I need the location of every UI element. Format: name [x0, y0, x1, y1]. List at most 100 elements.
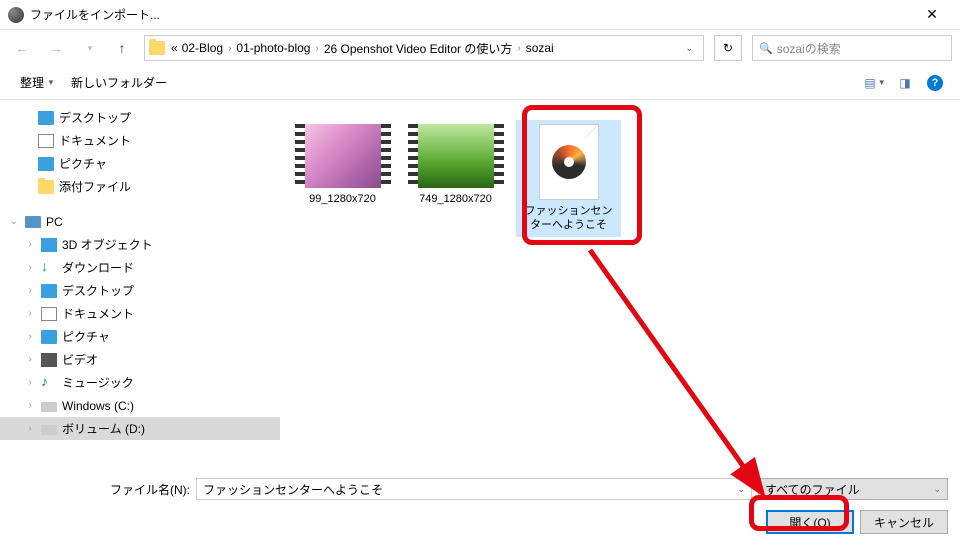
recent-dropdown[interactable]: ▾ [76, 34, 104, 62]
chevron-down-icon[interactable]: ⌄ [737, 484, 745, 495]
forward-button[interactable]: → [42, 34, 70, 62]
pics-icon [38, 157, 54, 171]
tree-item[interactable]: › Windows (C:) [0, 394, 280, 417]
filename-label: ファイル名(N): [20, 481, 190, 498]
address-dropdown[interactable]: ⌄ [679, 43, 699, 54]
breadcrumb[interactable]: 01-photo-blog [234, 41, 312, 55]
preview-pane-button[interactable]: ◨ [892, 72, 918, 94]
refresh-button[interactable]: ↻ [714, 35, 742, 61]
tree-item[interactable]: › ボリューム (D:) [0, 417, 280, 440]
expand-icon[interactable]: › [24, 423, 36, 434]
tree-label: ピクチャ [62, 328, 110, 345]
pc-icon [25, 216, 41, 228]
tree-item[interactable]: ピクチャ [0, 152, 280, 175]
tree-item[interactable]: ›ドキュメント [0, 302, 280, 325]
app-icon [8, 7, 24, 23]
tree-sidebar: デスクトップドキュメントピクチャ添付ファイル⌄PC›3D オブジェクト›ダウンロ… [0, 100, 280, 468]
chevron-right-icon: › [315, 43, 318, 54]
cancel-label: キャンセル [874, 514, 934, 531]
tree-item[interactable]: › ビデオ [0, 348, 280, 371]
file-label: 749_1280x720 [419, 192, 492, 206]
expand-icon[interactable]: › [24, 400, 36, 411]
preview-pane-icon: ◨ [899, 76, 910, 90]
close-button[interactable]: ✕ [912, 1, 952, 29]
crumb-prefix: « [169, 41, 180, 55]
tree-label: ミュージック [62, 374, 134, 391]
dialog-footer: ファイル名(N): ファッションセンターへようこそ ⌄ すべてのファイル ⌄ 開… [0, 468, 960, 544]
video-icon [41, 353, 57, 367]
search-input[interactable]: 🔍 sozaiの検索 [752, 35, 952, 61]
expand-icon[interactable]: › [24, 377, 36, 388]
organize-label: 整理 [20, 74, 44, 91]
content-area: デスクトップドキュメントピクチャ添付ファイル⌄PC›3D オブジェクト›ダウンロ… [0, 100, 960, 468]
new-folder-button[interactable]: 新しいフォルダー [63, 70, 175, 95]
tree-item[interactable]: › デスクトップ [0, 279, 280, 302]
expand-icon[interactable]: › [24, 308, 36, 319]
tree-label: ボリューム (D:) [62, 420, 145, 437]
back-button[interactable]: ← [8, 34, 36, 62]
obj3d-icon [41, 238, 57, 252]
expand-icon[interactable]: › [24, 239, 36, 250]
tree-label: PC [46, 215, 63, 229]
tree-label: デスクトップ [62, 282, 134, 299]
tree-item[interactable]: › ミュージック [0, 371, 280, 394]
folder-icon [149, 41, 165, 55]
tree-item[interactable]: 添付ファイル [0, 175, 280, 198]
expand-icon[interactable]: ⌄ [8, 216, 20, 227]
chevron-right-icon: › [228, 43, 231, 54]
file-item[interactable]: 99_1280x720 [290, 120, 395, 210]
window-title: ファイルをインポート... [30, 6, 912, 23]
thumbnails-icon: ▤ [864, 76, 875, 90]
chevron-down-icon: ▼ [47, 78, 55, 87]
cancel-button[interactable]: キャンセル [860, 510, 948, 534]
tree-label: 添付ファイル [59, 178, 131, 195]
tree-item-pc[interactable]: ⌄ PC [0, 210, 280, 233]
file-list[interactable]: 99_1280x720 749_1280x720 ファッションセンターへようこそ [280, 100, 960, 468]
expand-icon[interactable]: › [24, 354, 36, 365]
filename-input[interactable]: ファッションセンターへようこそ ⌄ [196, 478, 752, 500]
music-icon [41, 376, 57, 390]
tree-item[interactable]: › ダウンロード [0, 256, 280, 279]
filename-value: ファッションセンターへようこそ [203, 481, 383, 498]
tree-label: デスクトップ [59, 109, 131, 126]
file-label: ファッションセンターへようこそ [520, 204, 617, 233]
help-button[interactable]: ? [922, 72, 948, 94]
tree-item[interactable]: デスクトップ [0, 106, 280, 129]
search-icon: 🔍 [759, 42, 773, 55]
tree-label: ドキュメント [59, 132, 131, 149]
help-icon: ? [927, 75, 943, 91]
chevron-right-icon: › [517, 43, 520, 54]
new-folder-label: 新しいフォルダー [71, 74, 167, 91]
chevron-down-icon: ▼ [878, 78, 886, 87]
open-button[interactable]: 開く(O) [766, 510, 854, 534]
tree-item[interactable]: › ピクチャ [0, 325, 280, 348]
expand-icon[interactable]: › [24, 285, 36, 296]
up-button[interactable]: ↑ [110, 36, 134, 60]
tree-label: ビデオ [62, 351, 98, 368]
tree-label: Windows (C:) [62, 399, 134, 413]
nav-bar: ← → ▾ ↑ « 02-Blog › 01-photo-blog › 26 O… [0, 30, 960, 66]
search-placeholder: sozaiの検索 [777, 40, 841, 57]
expand-icon[interactable]: › [24, 331, 36, 342]
address-bar[interactable]: « 02-Blog › 01-photo-blog › 26 Openshot … [144, 35, 704, 61]
tree-label: ダウンロード [62, 259, 134, 276]
view-options-button[interactable]: ▤ ▼ [862, 72, 888, 94]
file-item[interactable]: 749_1280x720 [403, 120, 508, 210]
tree-item[interactable]: ›3D オブジェクト [0, 233, 280, 256]
filter-label: すべてのファイル [765, 481, 860, 498]
file-type-filter[interactable]: すべてのファイル ⌄ [758, 478, 948, 500]
desktop-icon [38, 111, 54, 125]
tree-label: ピクチャ [59, 155, 107, 172]
breadcrumb[interactable]: sozai [524, 41, 556, 55]
pics-icon [41, 330, 57, 344]
chevron-down-icon: ⌄ [933, 484, 941, 495]
breadcrumb[interactable]: 02-Blog [180, 41, 225, 55]
expand-icon[interactable]: › [24, 262, 36, 273]
organize-menu[interactable]: 整理 ▼ [12, 70, 63, 95]
file-label: 99_1280x720 [309, 192, 376, 206]
breadcrumb[interactable]: 26 Openshot Video Editor の使い方 [322, 40, 515, 57]
tree-item[interactable]: ドキュメント [0, 129, 280, 152]
folder-icon [38, 180, 54, 194]
file-item[interactable]: ファッションセンターへようこそ [516, 120, 621, 237]
desktop-icon [41, 284, 57, 298]
